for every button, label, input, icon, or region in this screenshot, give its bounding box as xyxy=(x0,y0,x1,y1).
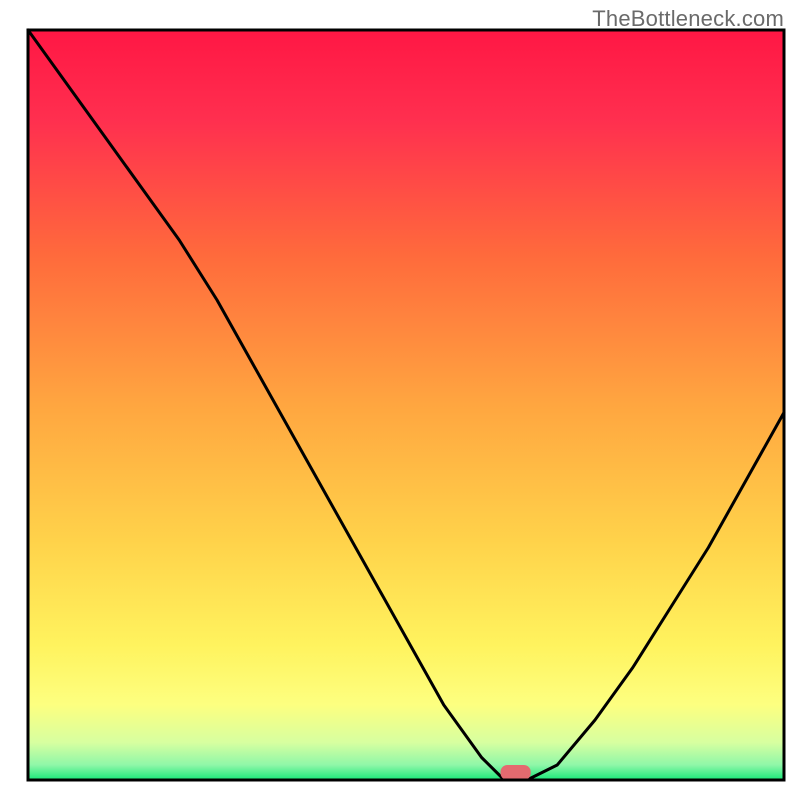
plot-background xyxy=(28,30,784,780)
watermark-text: TheBottleneck.com xyxy=(592,6,784,32)
optimal-marker xyxy=(501,765,531,780)
bottleneck-chart xyxy=(0,0,800,800)
